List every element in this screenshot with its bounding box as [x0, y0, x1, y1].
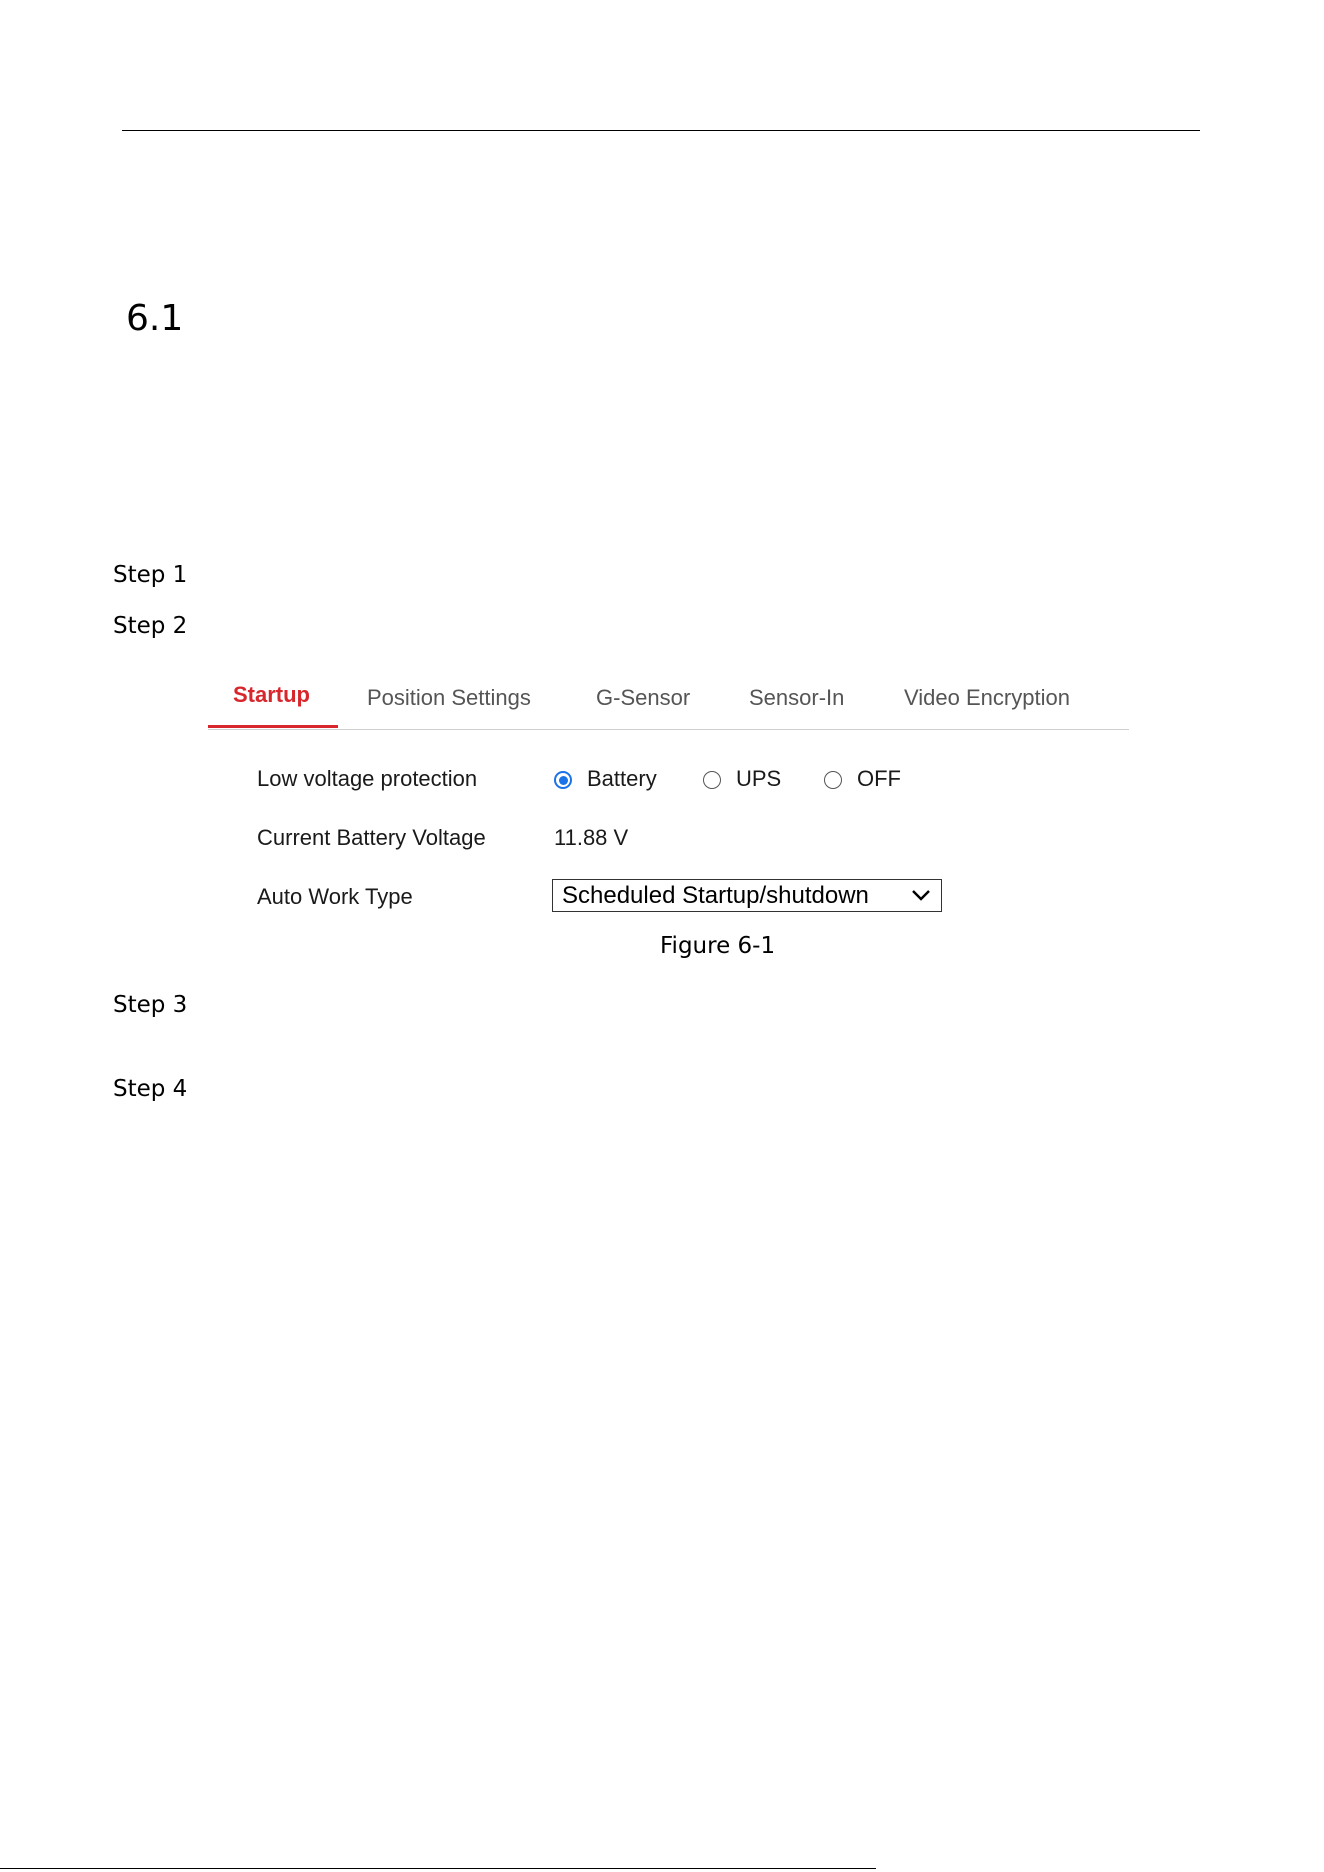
auto-work-type-value: Scheduled Startup/shutdown	[562, 882, 869, 909]
header-rule	[122, 130, 1200, 131]
figure-caption: Figure 6-1	[660, 933, 776, 959]
battery-voltage-label: Current Battery Voltage	[257, 825, 486, 850]
tab-sensor-in[interactable]: Sensor-In	[749, 685, 844, 711]
step-3-label: Step 3	[113, 992, 188, 1018]
tab-g-sensor[interactable]: G-Sensor	[596, 685, 690, 711]
step-2-label: Step 2	[113, 613, 188, 639]
step-1-label: Step 1	[113, 562, 188, 588]
auto-work-type-label: Auto Work Type	[257, 884, 413, 909]
radio-battery-label: Battery	[587, 766, 657, 791]
radio-off-control[interactable]	[824, 771, 842, 789]
auto-work-type-select[interactable]: Scheduled Startup/shutdown	[552, 879, 942, 912]
radio-ups-label: UPS	[736, 766, 782, 791]
section-number: 6.1	[126, 298, 184, 339]
radio-off-label: OFF	[857, 766, 901, 791]
radio-battery-control[interactable]	[554, 771, 572, 789]
tab-bar-divider	[208, 729, 1129, 730]
radio-ups-control[interactable]	[703, 771, 721, 789]
chevron-down-icon	[912, 890, 930, 901]
footer-rule	[0, 1868, 876, 1869]
tab-position-settings[interactable]: Position Settings	[367, 685, 531, 711]
active-tab-indicator	[208, 725, 338, 728]
battery-voltage-value: 11.88 V	[554, 825, 629, 850]
step-4-label: Step 4	[113, 1076, 188, 1102]
tab-startup[interactable]: Startup	[233, 682, 310, 708]
low-voltage-protection-label: Low voltage protection	[257, 766, 478, 791]
tab-video-encryption[interactable]: Video Encryption	[904, 685, 1070, 711]
